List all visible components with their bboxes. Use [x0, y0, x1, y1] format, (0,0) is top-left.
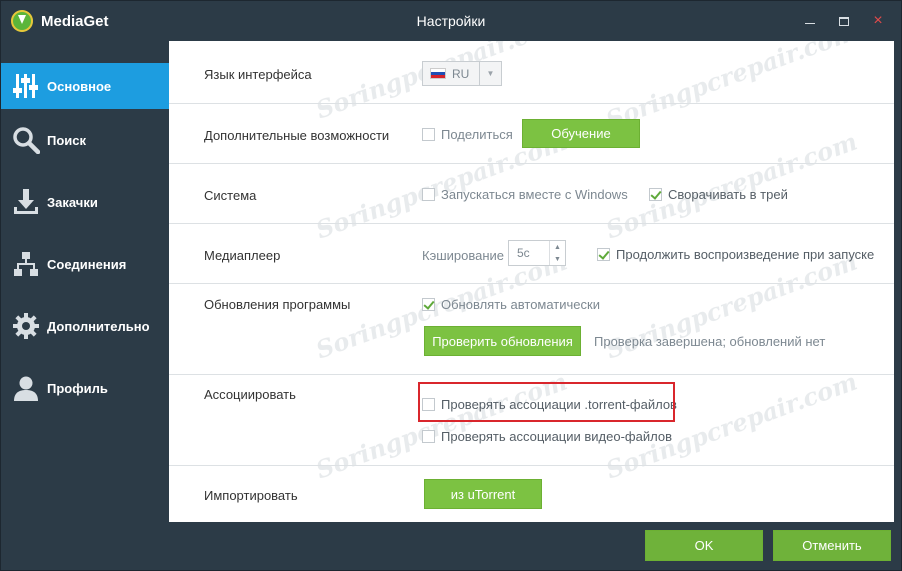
language-select[interactable]: RU ▼	[422, 61, 502, 86]
system-row: Система Запускаться вместе с Windows Сво…	[169, 164, 894, 224]
sidebar-item-advanced[interactable]: Дополнительно	[1, 295, 169, 357]
cancel-button[interactable]: Отменить	[773, 530, 891, 561]
chevron-down-icon: ▼	[479, 62, 501, 85]
title-bar[interactable]: MediaGet Настройки ×	[1, 1, 901, 41]
window-title: Настройки	[416, 13, 486, 29]
auto-update-checkbox[interactable]: Обновлять автоматически	[422, 297, 600, 312]
russia-flag-icon	[430, 68, 446, 79]
updates-label: Обновления программы	[204, 297, 351, 312]
settings-panel: Soringpcrepair.com Soringpcrepair.com So…	[169, 41, 894, 522]
user-icon	[11, 373, 41, 403]
sidebar-item-label: Основное	[47, 78, 112, 94]
checkbox-box	[597, 248, 610, 261]
video-association-label: Проверять ассоциации видео-файлов	[441, 429, 672, 444]
checkbox-box	[422, 188, 435, 201]
import-row: Импортировать из uTorrent	[169, 466, 894, 522]
window-controls: ×	[793, 1, 895, 41]
checkbox-box	[422, 398, 435, 411]
language-label: Язык интерфейса	[204, 67, 312, 82]
torrent-association-checkbox[interactable]: Проверять ассоциации .torrent-файлов	[422, 397, 677, 412]
associate-row: Ассоциировать Проверять ассоциации .torr…	[169, 375, 894, 466]
tutorial-button[interactable]: Обучение	[522, 119, 640, 148]
torrent-association-label: Проверять ассоциации .torrent-файлов	[441, 397, 677, 412]
sidebar-item-label: Поиск	[47, 132, 87, 148]
sidebar-item-downloads[interactable]: Закачки	[1, 171, 169, 233]
close-icon: ×	[873, 12, 883, 29]
caching-stepper[interactable]: 5с ▲ ▼	[508, 240, 566, 266]
sidebar-item-label: Закачки	[47, 194, 98, 210]
sidebar-item-profile[interactable]: Профиль	[1, 357, 169, 419]
extras-row: Дополнительные возможности Поделиться Об…	[169, 104, 894, 164]
mediaplayer-label: Медиаплеер	[204, 248, 281, 263]
settings-window: MediaGet Настройки × Основное Поиск Зака…	[0, 0, 902, 571]
search-icon	[11, 125, 41, 155]
ok-button[interactable]: OK	[645, 530, 763, 561]
sidebar-item-main[interactable]: Основное	[1, 63, 169, 109]
associate-label: Ассоциировать	[204, 387, 296, 402]
video-association-checkbox[interactable]: Проверять ассоциации видео-файлов	[422, 429, 672, 444]
share-checkbox[interactable]: Поделиться	[422, 127, 513, 142]
caching-label: Кэширование	[422, 248, 505, 263]
sidebar-item-label: Соединения	[47, 256, 127, 272]
tray-label: Сворачивать в трей	[668, 187, 788, 202]
import-utorrent-button[interactable]: из uTorrent	[424, 479, 542, 509]
checkbox-box	[649, 188, 662, 201]
sidebar: Основное Поиск Закачки Соединения Дополн…	[1, 63, 169, 419]
gear-icon	[11, 311, 41, 341]
maximize-button[interactable]	[827, 1, 861, 41]
minimize-icon	[805, 22, 815, 24]
mediaplayer-row: Медиаплеер Кэширование 5с ▲ ▼ Продолжить…	[169, 224, 894, 284]
minimize-to-tray-checkbox[interactable]: Сворачивать в трей	[649, 187, 788, 202]
checkbox-box	[422, 430, 435, 443]
maximize-icon	[839, 16, 849, 26]
system-label: Система	[204, 188, 257, 203]
update-status: Проверка завершена; обновлений нет	[594, 334, 826, 349]
footer-bar: OK Отменить	[169, 522, 894, 569]
download-icon	[11, 187, 41, 217]
checkbox-box	[422, 298, 435, 311]
check-updates-button[interactable]: Проверить обновления	[424, 326, 581, 356]
checkbox-box	[422, 128, 435, 141]
share-label: Поделиться	[441, 127, 513, 142]
sidebar-item-connections[interactable]: Соединения	[1, 233, 169, 295]
sliders-icon	[11, 71, 41, 101]
network-icon	[11, 249, 41, 279]
stepper-arrows: ▲ ▼	[549, 241, 565, 265]
auto-update-label: Обновлять автоматически	[441, 297, 600, 312]
extras-label: Дополнительные возможности	[204, 128, 390, 143]
resume-playback-checkbox[interactable]: Продолжить воспроизведение при запуске	[597, 247, 874, 262]
minimize-button[interactable]	[793, 1, 827, 41]
close-button[interactable]: ×	[861, 1, 895, 41]
resume-label: Продолжить воспроизведение при запуске	[616, 247, 875, 262]
stepper-up-icon[interactable]: ▲	[550, 241, 565, 253]
stepper-down-icon[interactable]: ▼	[550, 253, 565, 265]
import-label: Импортировать	[204, 488, 298, 503]
autostart-label: Запускаться вместе с Windows	[441, 187, 628, 202]
sidebar-item-search[interactable]: Поиск	[1, 109, 169, 171]
language-value: RU	[452, 66, 470, 81]
updates-row: Обновления программы Обновлять автоматич…	[169, 284, 894, 375]
sidebar-item-label: Профиль	[47, 380, 108, 396]
sidebar-item-label: Дополнительно	[47, 318, 150, 334]
autostart-checkbox[interactable]: Запускаться вместе с Windows	[422, 187, 628, 202]
caching-value: 5с	[517, 246, 530, 260]
language-row: Язык интерфейса RU ▼	[169, 41, 894, 104]
